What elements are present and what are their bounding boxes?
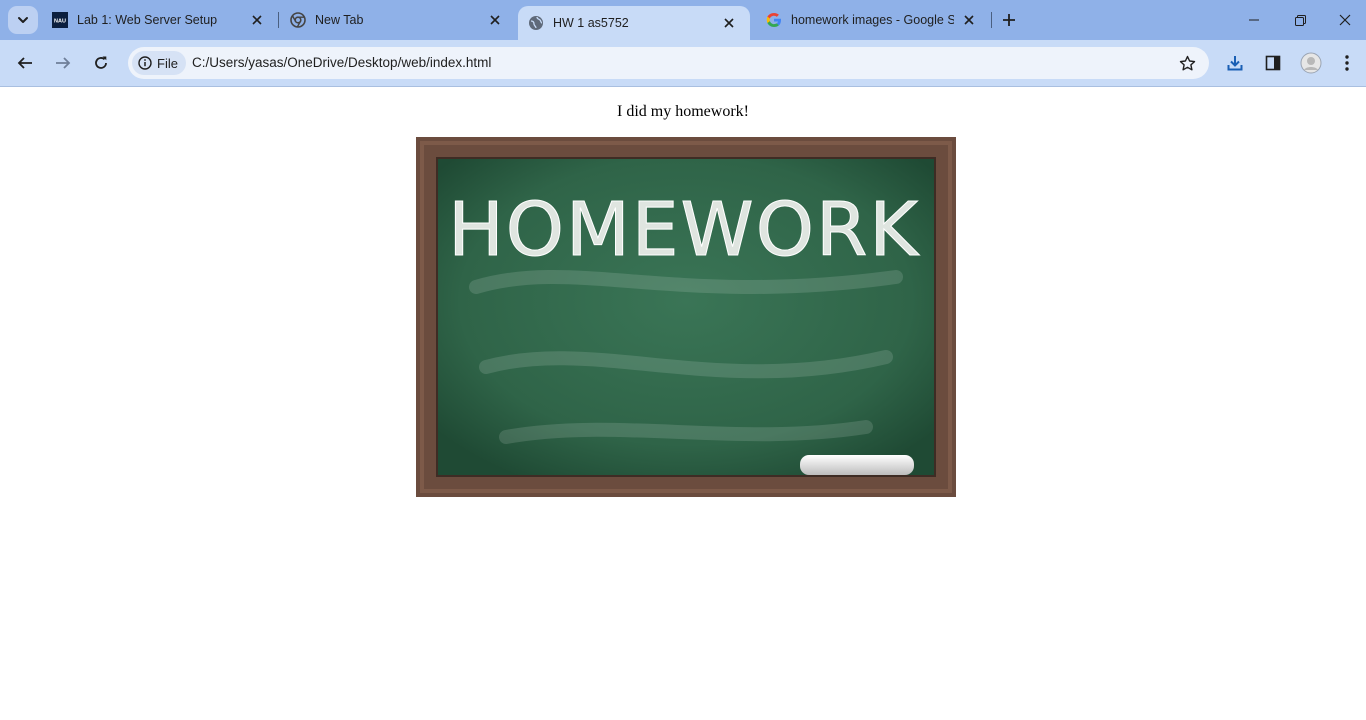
globe-icon <box>528 15 544 31</box>
reload-button[interactable] <box>86 48 116 78</box>
site-info-chip[interactable]: File <box>132 51 186 75</box>
tab-separator <box>991 12 992 28</box>
chrome-icon <box>290 12 306 28</box>
address-bar[interactable]: File C:/Users/yasas/OneDrive/Desktop/web… <box>128 47 1209 79</box>
new-tab-button[interactable] <box>998 9 1020 31</box>
menu-button[interactable] <box>1332 48 1362 78</box>
page-content: I did my homework! HOMEWORK <box>0 87 1366 720</box>
tab-title: Lab 1: Web Server Setup <box>77 13 218 27</box>
forward-button[interactable] <box>48 48 78 78</box>
tab-lab1[interactable]: NAU Lab 1: Web Server Setup <box>42 0 278 40</box>
tab-title: homework images - Google Sea <box>791 13 954 27</box>
tab-search-button[interactable] <box>8 6 38 34</box>
info-icon <box>138 56 152 70</box>
reload-icon <box>95 56 107 69</box>
restore-icon <box>1294 14 1306 26</box>
side-panel-button[interactable] <box>1258 48 1288 78</box>
toolbar: File C:/Users/yasas/OneDrive/Desktop/web… <box>0 40 1366 87</box>
tab-strip: NAU Lab 1: Web Server Setup New Tab HW 1… <box>0 0 1366 40</box>
tab-title: New Tab <box>315 13 364 27</box>
close-icon[interactable] <box>248 11 266 29</box>
chevron-down-icon <box>18 17 28 23</box>
kebab-menu-icon <box>1345 55 1349 71</box>
plus-icon <box>1003 14 1015 26</box>
close-icon[interactable] <box>960 11 978 29</box>
profile-avatar[interactable] <box>1296 48 1326 78</box>
restore-button[interactable] <box>1277 0 1323 40</box>
download-icon <box>1227 56 1243 71</box>
chalk-text: HOMEWORK <box>448 187 920 273</box>
tab-hw1[interactable]: HW 1 as5752 <box>518 6 750 40</box>
arrow-left-icon <box>17 57 32 69</box>
minimize-icon <box>1249 19 1259 21</box>
nau-logo-icon: NAU <box>52 12 68 28</box>
bookmark-star-icon[interactable] <box>1177 53 1197 73</box>
google-icon <box>766 12 782 28</box>
tab-separator <box>278 12 279 28</box>
close-window-button[interactable] <box>1322 0 1366 40</box>
side-panel-icon <box>1265 55 1281 71</box>
download-button[interactable] <box>1220 48 1250 78</box>
svg-text:NAU: NAU <box>54 19 66 25</box>
minimize-button[interactable] <box>1231 0 1277 40</box>
tab-new-tab[interactable]: New Tab <box>280 0 516 40</box>
tab-google-search[interactable]: homework images - Google Sea <box>756 0 990 40</box>
avatar-icon <box>1300 52 1322 74</box>
url-text[interactable]: C:/Users/yasas/OneDrive/Desktop/web/inde… <box>192 55 491 70</box>
back-button[interactable] <box>10 48 40 78</box>
arrow-right-icon <box>56 57 71 69</box>
close-icon[interactable] <box>486 11 504 29</box>
close-icon[interactable] <box>720 14 738 32</box>
homework-chalkboard-image: HOMEWORK <box>416 137 956 497</box>
scheme-label: File <box>157 55 178 71</box>
tab-title: HW 1 as5752 <box>553 16 629 30</box>
close-icon <box>1339 14 1351 26</box>
page-caption: I did my homework! <box>617 103 749 120</box>
